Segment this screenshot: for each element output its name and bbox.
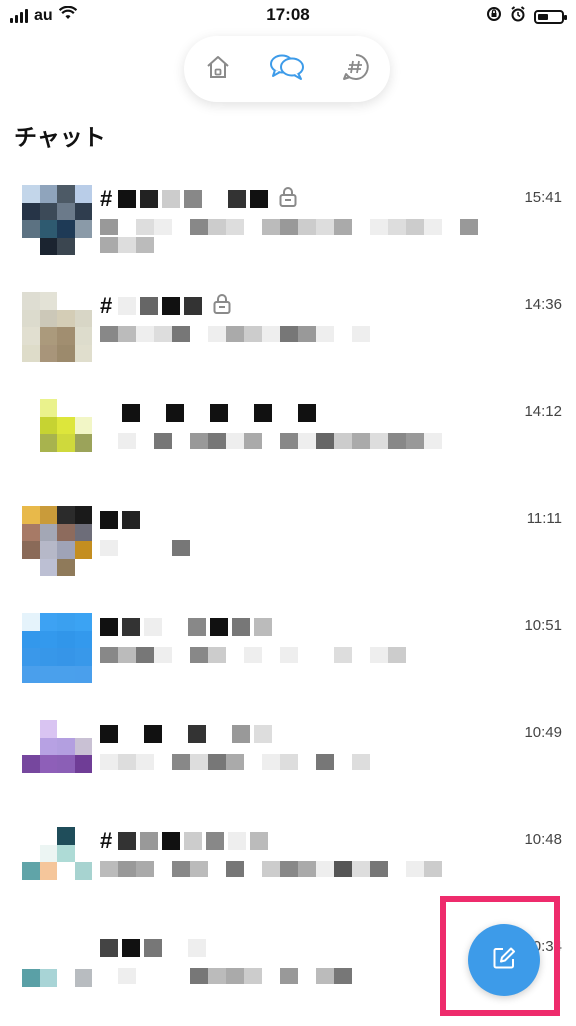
status-bar: au 17:08 <box>0 0 576 30</box>
chat-preview <box>100 967 486 985</box>
chat-row[interactable]: #14:36 <box>0 277 576 384</box>
chat-time: 14:36 <box>524 296 562 313</box>
chat-time: 14:12 <box>524 403 562 420</box>
chat-name: # <box>100 828 269 854</box>
chat-avatar <box>22 934 92 1004</box>
home-icon <box>204 53 232 86</box>
chat-time: 10:48 <box>524 831 562 848</box>
chat-time: 10:49 <box>524 724 562 741</box>
page-title: チャット <box>14 124 106 150</box>
top-nav <box>184 36 390 102</box>
chat-name <box>100 507 140 533</box>
chat-avatar <box>22 720 92 790</box>
chat-preview <box>100 325 486 343</box>
channel-hash: # <box>100 293 113 318</box>
chat-name <box>100 721 272 747</box>
chat-avatar <box>22 292 92 362</box>
chat-avatar <box>22 506 92 576</box>
nav-home-button[interactable] <box>194 45 242 93</box>
nav-chat-button[interactable] <box>263 45 311 93</box>
chat-row[interactable]: 10:49 <box>0 705 576 812</box>
battery-icon <box>534 9 567 24</box>
channel-hash: # <box>100 186 113 211</box>
rotation-lock-icon <box>486 6 502 27</box>
chat-name <box>100 935 206 961</box>
compose-button[interactable] <box>468 924 540 996</box>
chat-avatar <box>22 185 92 255</box>
lock-icon <box>212 293 232 320</box>
hashtag-bubble-icon <box>341 52 371 87</box>
chat-bubbles-icon <box>269 52 305 87</box>
alarm-icon <box>510 6 526 27</box>
chat-preview <box>100 860 486 878</box>
chat-time: 11:11 <box>526 510 562 527</box>
chat-name: # <box>100 186 298 212</box>
lock-icon <box>278 186 298 213</box>
chat-preview <box>100 539 486 557</box>
chat-preview <box>100 432 486 450</box>
chat-row[interactable]: 11:11 <box>0 491 576 598</box>
chat-name <box>100 400 316 426</box>
chat-row[interactable]: 10:51 <box>0 598 576 705</box>
nav-channels-button[interactable] <box>332 45 380 93</box>
chat-avatar <box>22 827 92 897</box>
chat-preview <box>100 218 486 254</box>
chat-time: 10:51 <box>524 617 562 634</box>
chat-name <box>100 614 272 640</box>
compose-icon <box>491 945 517 976</box>
chat-avatar <box>22 399 92 469</box>
chat-preview <box>100 753 486 771</box>
chat-name: # <box>100 293 232 319</box>
chat-time: 15:41 <box>524 189 562 206</box>
chat-row[interactable]: #15:41 <box>0 170 576 277</box>
chat-row[interactable]: 14:12 <box>0 384 576 491</box>
chat-avatar <box>22 613 92 683</box>
status-right <box>486 6 567 27</box>
channel-hash: # <box>100 828 113 853</box>
chat-preview <box>100 646 486 664</box>
